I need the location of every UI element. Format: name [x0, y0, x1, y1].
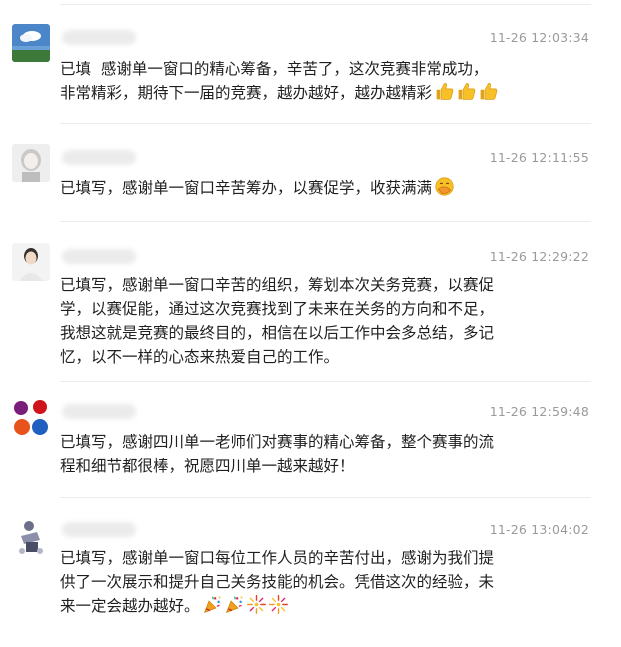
avatar-person-icon [12, 243, 50, 281]
thumbs-up-icon [478, 81, 499, 102]
divider [60, 123, 591, 124]
avatar[interactable] [12, 518, 50, 556]
comment-timestamp: 11-26 12:29:22 [489, 249, 589, 264]
avatar-figure-icon [12, 518, 50, 556]
avatar[interactable] [12, 144, 50, 182]
thumbs-up-icon [434, 81, 455, 102]
emoji-group [202, 594, 290, 622]
author-name-blurred [62, 150, 136, 165]
comment-timestamp: 11-26 12:59:48 [489, 404, 589, 419]
author-name-blurred [62, 30, 136, 45]
divider [60, 381, 591, 382]
comment-text-body: 已填写，感谢四川单一老师们对赛事的精心筹备，整个赛事的流 程和细节都很棒，祝愿四… [60, 433, 495, 475]
avatar[interactable] [12, 24, 50, 62]
divider [60, 497, 591, 498]
comment-text: 已填写，感谢单一窗口辛苦筹办，以赛促学，收获满满 [60, 176, 568, 204]
author-name-blurred [62, 522, 136, 537]
emoji-group [434, 81, 500, 109]
comment-text: 已填写，感谢单一窗口每位工作人员的辛苦付出，感谢为我们提 供了一次展示和提升自己… [60, 546, 568, 622]
comment-text-body: 已填写，感谢单一窗口辛苦筹办，以赛促学，收获满满 [60, 179, 433, 197]
comment-list: 11-26 12:03:34 已填 感谢单一窗口的精心筹备，辛苦了，这次竞赛非常… [0, 0, 621, 647]
avatar-landscape-icon [12, 24, 50, 62]
comment-text-body: 已填 感谢单一窗口的精心筹备，辛苦了，这次竞赛非常成功， 非常精彩，期待下一届的… [60, 60, 489, 102]
avatar[interactable] [12, 399, 50, 437]
comment-text: 已填 感谢单一窗口的精心筹备，辛苦了，这次竞赛非常成功， 非常精彩，期待下一届的… [60, 57, 568, 109]
avatar-circles-icon [12, 399, 50, 437]
party-popper-icon [202, 594, 223, 615]
comment-text: 已填写，感谢四川单一老师们对赛事的精心筹备，整个赛事的流 程和细节都很棒，祝愿四… [60, 430, 568, 478]
comment-timestamp: 11-26 12:03:34 [489, 30, 589, 45]
comment-timestamp: 11-26 12:11:55 [489, 150, 589, 165]
top-divider [60, 4, 591, 5]
author-name-blurred [62, 404, 136, 419]
party-popper-icon [224, 594, 245, 615]
avatar[interactable] [12, 243, 50, 281]
comment-text-body: 已填写，感谢单一窗口辛苦的组织，筹划本次关务竞赛，以赛促 学，以赛促能，通过这次… [60, 276, 495, 366]
author-name-blurred [62, 249, 136, 264]
thumbs-up-icon [456, 81, 477, 102]
hand-over-mouth-icon [434, 176, 455, 197]
comment-text: 已填写，感谢单一窗口辛苦的组织，筹划本次关务竞赛，以赛促 学，以赛促能，通过这次… [60, 273, 568, 369]
fireworks-icon [268, 594, 289, 615]
emoji-group [434, 176, 456, 204]
comment-timestamp: 11-26 13:04:02 [489, 522, 589, 537]
fireworks-icon [246, 594, 267, 615]
divider [60, 221, 591, 222]
avatar-portrait-icon [12, 144, 50, 182]
